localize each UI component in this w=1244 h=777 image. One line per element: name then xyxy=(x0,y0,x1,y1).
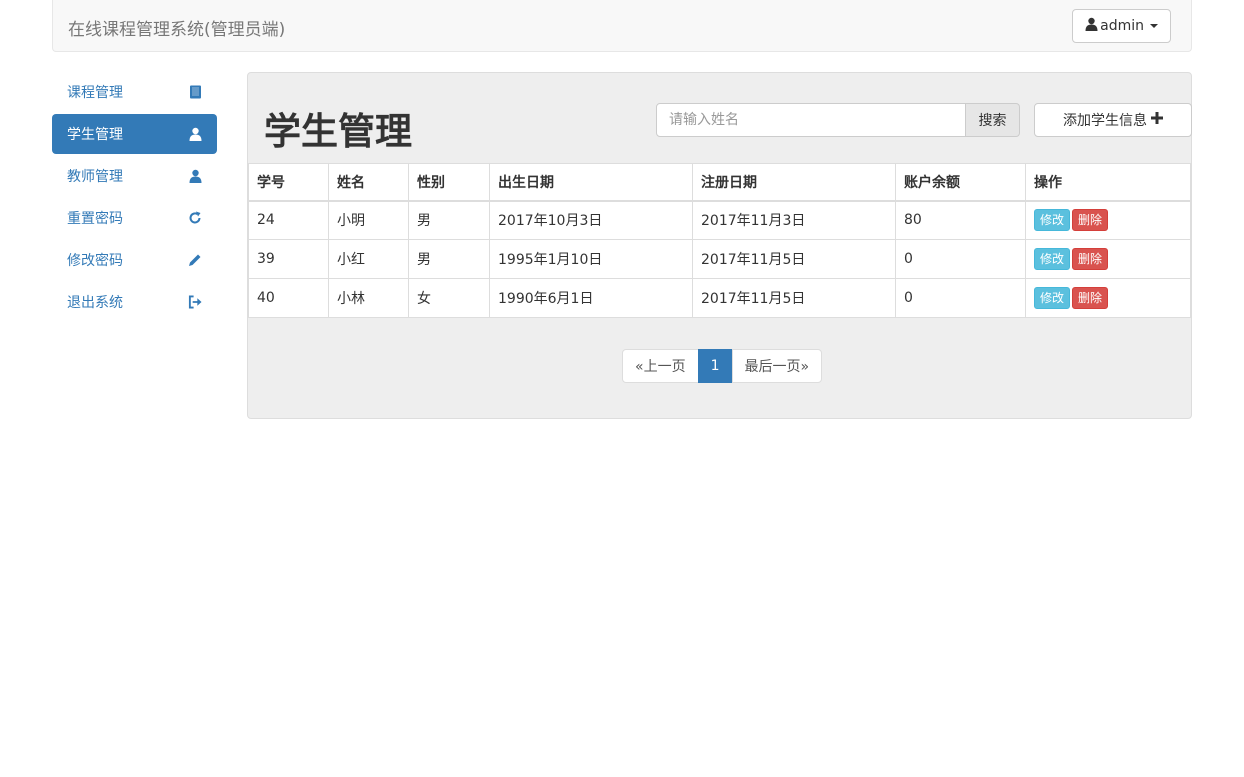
cell-name: 小明 xyxy=(328,200,409,240)
user-name: admin xyxy=(1100,18,1144,34)
column-header-birth-date: 出生日期 xyxy=(489,163,693,202)
user-icon xyxy=(188,169,202,183)
book-icon xyxy=(188,85,202,99)
column-header-name: 姓名 xyxy=(328,163,409,202)
table-row: 40 小林 女 1990年6月1日 2017年11月5日 0 修改 删除 xyxy=(248,278,1191,318)
cell-gender: 男 xyxy=(408,200,490,240)
sidebar-item-label: 退出系统 xyxy=(67,295,123,311)
sidebar-item-logout[interactable]: 退出系统 xyxy=(52,282,217,322)
last-page-button[interactable]: 最后一页» xyxy=(731,349,823,383)
column-header-actions: 操作 xyxy=(1025,163,1191,202)
cell-register-date: 2017年11月3日 xyxy=(692,200,896,240)
column-header-register-date: 注册日期 xyxy=(692,163,896,202)
cell-gender: 女 xyxy=(408,278,490,318)
cell-actions: 修改 删除 xyxy=(1025,200,1191,240)
delete-button[interactable]: 删除 xyxy=(1072,209,1109,232)
cell-register-date: 2017年11月5日 xyxy=(692,278,896,318)
app-title[interactable]: 在线课程管理系统(管理员端) xyxy=(68,15,285,40)
user-icon xyxy=(1085,17,1098,35)
search-button[interactable]: 搜索 xyxy=(966,103,1020,137)
cell-actions: 修改 删除 xyxy=(1025,239,1191,279)
cell-birth-date: 2017年10月3日 xyxy=(489,200,693,240)
sidebar-item-teachers[interactable]: 教师管理 xyxy=(52,156,217,196)
students-table: 学号 姓名 性别 出生日期 注册日期 账户余额 操作 24 小明 男 2017年… xyxy=(248,163,1191,318)
column-header-balance: 账户余额 xyxy=(895,163,1026,202)
cell-name: 小红 xyxy=(328,239,409,279)
table-row: 24 小明 男 2017年10月3日 2017年11月3日 80 修改 删除 xyxy=(248,200,1191,240)
sidebar-item-label: 教师管理 xyxy=(67,169,123,185)
cell-actions: 修改 删除 xyxy=(1025,278,1191,318)
column-header-id: 学号 xyxy=(248,163,329,202)
edit-button[interactable]: 修改 xyxy=(1034,287,1071,309)
cell-balance: 0 xyxy=(895,278,1026,318)
add-student-label: 添加学生信息 xyxy=(1063,113,1147,129)
user-icon xyxy=(188,127,202,141)
edit-button[interactable]: 修改 xyxy=(1034,248,1071,270)
column-header-gender: 性别 xyxy=(408,163,490,202)
sidebar-item-label: 课程管理 xyxy=(67,85,123,101)
delete-button[interactable]: 删除 xyxy=(1072,287,1109,309)
chevron-down-icon xyxy=(1150,24,1158,28)
user-menu-button[interactable]: admin xyxy=(1072,9,1171,43)
sidebar: 课程管理 学生管理 教师管理 重置密码 修改密码 退出系统 xyxy=(52,72,217,324)
cell-gender: 男 xyxy=(408,239,490,279)
main-panel: 学生管理 搜索 添加学生信息 学号 姓名 性别 出生日期 注册日期 账户余额 操… xyxy=(247,72,1192,419)
sidebar-item-students[interactable]: 学生管理 xyxy=(52,114,217,154)
cell-id: 39 xyxy=(248,239,329,279)
search-group: 搜索 xyxy=(656,103,1020,137)
cell-birth-date: 1995年1月10日 xyxy=(489,239,693,279)
cell-birth-date: 1990年6月1日 xyxy=(489,278,693,318)
cell-name: 小林 xyxy=(328,278,409,318)
sidebar-item-label: 修改密码 xyxy=(67,253,123,269)
cell-register-date: 2017年11月5日 xyxy=(692,239,896,279)
table-row: 39 小红 男 1995年1月10日 2017年11月5日 0 修改 删除 xyxy=(248,239,1191,279)
refresh-icon xyxy=(188,211,202,225)
plus-icon xyxy=(1151,112,1163,128)
cell-id: 24 xyxy=(248,200,329,240)
sidebar-item-label: 学生管理 xyxy=(67,127,123,143)
search-input[interactable] xyxy=(656,103,966,137)
table-header-row: 学号 姓名 性别 出生日期 注册日期 账户余额 操作 xyxy=(248,163,1191,202)
cell-id: 40 xyxy=(248,278,329,318)
delete-button[interactable]: 删除 xyxy=(1072,248,1109,270)
pagination: «上一页 1 最后一页» xyxy=(622,349,823,383)
page-title: 学生管理 xyxy=(264,110,412,153)
sidebar-item-label: 重置密码 xyxy=(67,211,123,227)
cell-balance: 0 xyxy=(895,239,1026,279)
sidebar-item-courses[interactable]: 课程管理 xyxy=(52,72,217,112)
page-1-button[interactable]: 1 xyxy=(697,349,733,383)
prev-page-button[interactable]: «上一页 xyxy=(622,349,699,383)
edit-button[interactable]: 修改 xyxy=(1034,209,1071,232)
sidebar-item-change-password[interactable]: 修改密码 xyxy=(52,240,217,280)
cell-balance: 80 xyxy=(895,200,1026,240)
top-navbar: 在线课程管理系统(管理员端) admin xyxy=(52,0,1192,52)
logout-icon xyxy=(188,295,202,309)
add-student-button[interactable]: 添加学生信息 xyxy=(1034,103,1192,137)
pencil-icon xyxy=(188,253,202,267)
sidebar-item-reset-password[interactable]: 重置密码 xyxy=(52,198,217,238)
